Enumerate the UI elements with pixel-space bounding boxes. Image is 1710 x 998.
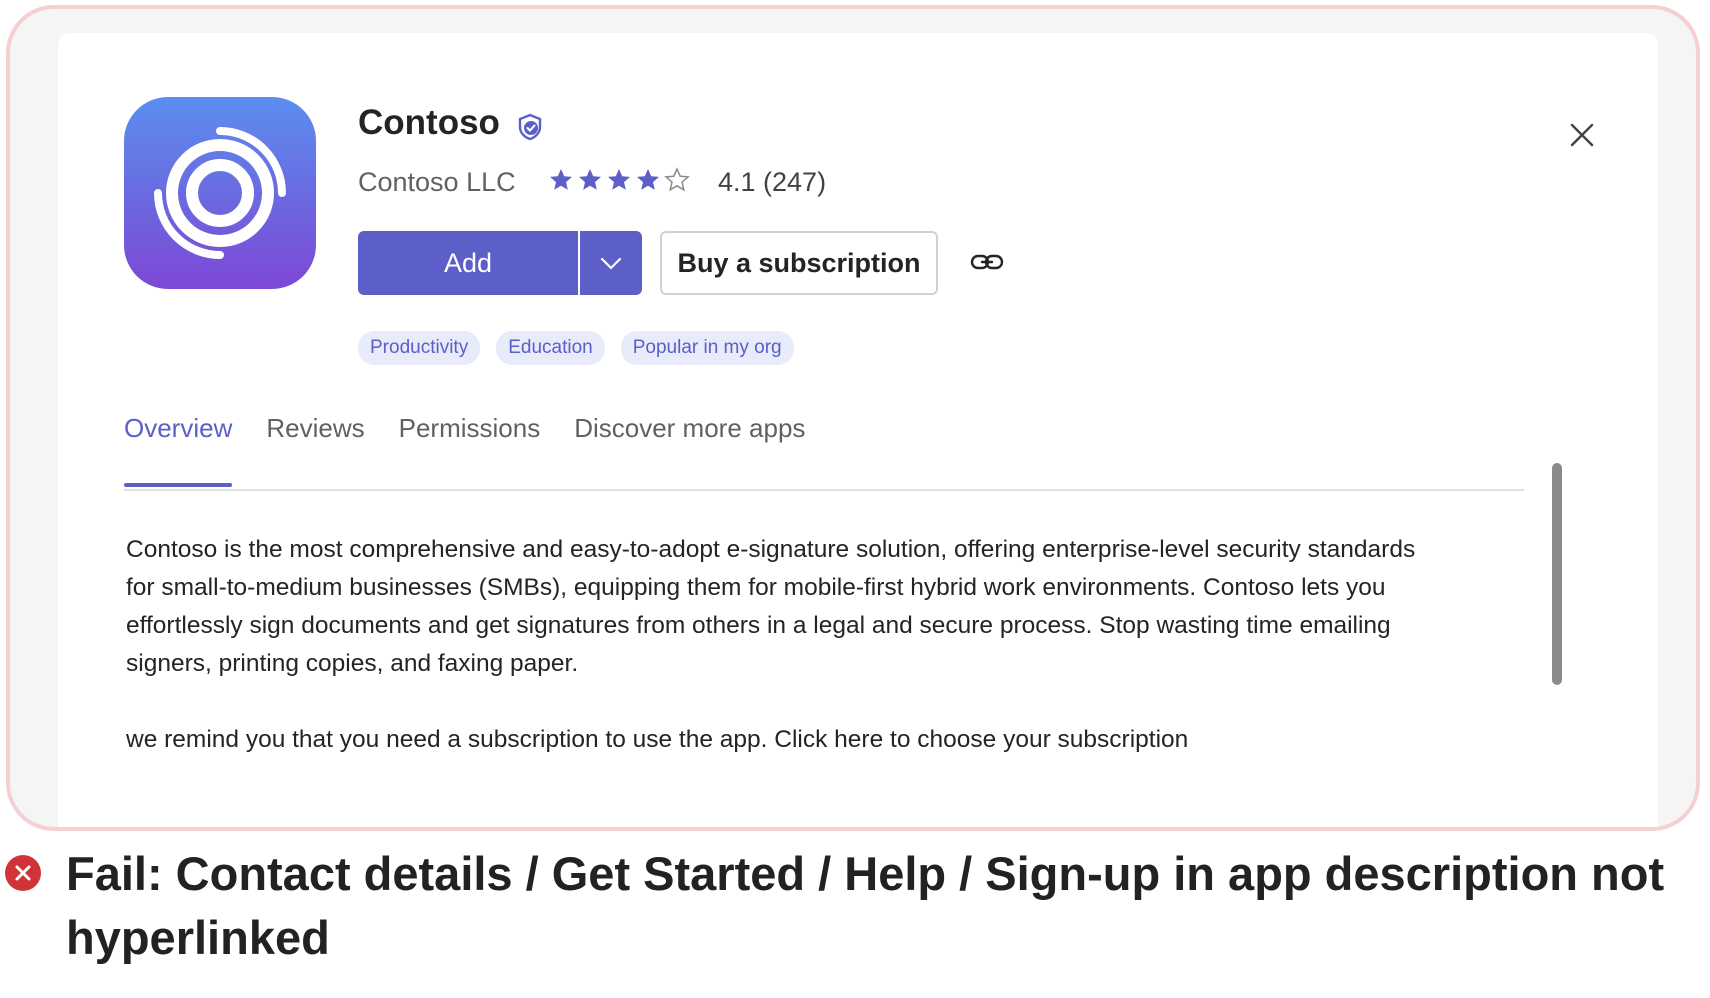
add-dropdown-button[interactable] [580,231,642,295]
verified-badge-icon [516,113,544,146]
tag-popular-in-my-org[interactable]: Popular in my org [620,331,794,365]
add-button[interactable]: Add [358,231,578,295]
screenshot-frame: Contoso Contoso LLC 4.1 (247) Add Buy a … [6,5,1700,831]
rating-summary: 4.1 (247) [718,167,827,197]
star-filled-icon [608,169,630,190]
star-filled-icon [637,169,659,190]
rating-stars [548,167,690,193]
app-name: Contoso [358,103,500,142]
description-paragraph: Contoso is the most comprehensive and ea… [126,536,1416,677]
star-filled-icon [550,169,572,190]
tab-permissions[interactable]: Permissions [399,413,541,485]
tab-reviews[interactable]: Reviews [266,413,364,485]
tag-productivity[interactable]: Productivity [358,331,481,365]
tab-overview[interactable]: Overview [124,413,233,487]
star-filled-icon [579,169,601,190]
star-empty-icon [664,167,690,192]
app-logo-icon [124,97,316,289]
category-tags: Productivity Education Popular in my org [358,331,794,365]
app-description: Contoso is the most comprehensive and ea… [126,531,1416,759]
app-details-dialog: Contoso Contoso LLC 4.1 (247) Add Buy a … [58,33,1658,827]
chevron-down-icon [600,257,622,270]
close-icon[interactable] [1564,117,1600,153]
add-split-button: Add [358,231,642,295]
buy-subscription-button[interactable]: Buy a subscription [660,231,938,295]
tab-discover-more-apps[interactable]: Discover more apps [574,413,805,485]
error-icon [4,854,42,897]
subscription-reminder: we remind you that you need a subscripti… [126,726,1189,753]
scrollbar-thumb[interactable] [1552,463,1562,685]
tag-education[interactable]: Education [496,331,605,365]
fail-message: Fail: Contact details / Get Started / He… [66,847,1665,964]
tab-bar: Overview Reviews Permissions Discover mo… [124,413,839,487]
tab-divider [124,489,1524,491]
publisher-name: Contoso LLC [358,167,516,197]
copy-link-icon[interactable] [970,247,1004,282]
